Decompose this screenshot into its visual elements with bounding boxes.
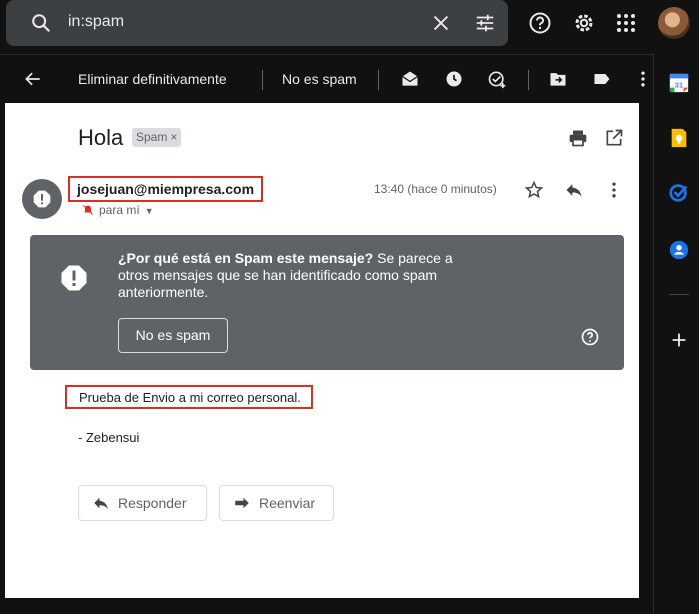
sender-avatar [22, 179, 62, 219]
forward-button[interactable]: Reenviar [219, 485, 334, 521]
message-subject: Hola [78, 125, 124, 150]
search-icon[interactable] [30, 12, 52, 34]
reply-icon[interactable] [564, 180, 584, 200]
search-bar[interactable]: in:spam [6, 0, 508, 46]
arrow-back-icon[interactable] [23, 69, 43, 89]
message-body-text: Prueba de Envio a mi correo personal. [65, 385, 313, 409]
notifications-off-icon [83, 205, 93, 215]
recipient-text: para mí [99, 203, 140, 217]
print-icon[interactable] [568, 128, 588, 148]
alert-icon [33, 190, 51, 208]
message-toolbar: Eliminar definitivamente No es spam [0, 54, 653, 103]
help-icon[interactable] [528, 11, 552, 35]
sender-email[interactable]: josejuan@miempresa.com [68, 176, 264, 202]
star-icon[interactable] [524, 180, 544, 200]
forward-label: Reenviar [259, 495, 316, 511]
open-in-new-window-icon[interactable] [604, 128, 624, 148]
mark-read-icon[interactable] [400, 69, 420, 89]
avatar[interactable] [658, 7, 690, 39]
contacts-icon[interactable] [668, 239, 690, 261]
chevron-down-icon[interactable]: ▼ [145, 206, 154, 216]
apps-icon[interactable] [614, 11, 638, 35]
close-icon[interactable] [430, 12, 452, 34]
snooze-icon[interactable] [444, 69, 464, 89]
move-to-icon[interactable] [548, 69, 568, 89]
help-icon[interactable] [580, 327, 600, 347]
reply-icon [94, 497, 108, 509]
add-icon[interactable] [668, 329, 690, 351]
not-spam-button[interactable]: No es spam [118, 318, 228, 353]
top-bar: in:spam [0, 0, 699, 54]
spam-label-chip: Spam × [132, 128, 182, 147]
more-vert-icon[interactable] [633, 69, 653, 89]
bottom-strip [0, 598, 653, 614]
side-panel: 31 [653, 54, 699, 614]
toolbar-divider [378, 70, 379, 90]
alert-icon [61, 265, 87, 291]
spam-warning-title: ¿Por qué está en Spam este mensaje? [118, 250, 374, 266]
spam-warning-text: ¿Por qué está en Spam este mensaje? Se p… [118, 250, 458, 301]
message-time: 13:40 (hace 0 minutos) [374, 182, 497, 196]
not-spam-toolbar-button[interactable]: No es spam [282, 71, 357, 87]
delete-forever-button[interactable]: Eliminar definitivamente [78, 71, 227, 87]
forward-icon [235, 497, 249, 509]
toolbar-divider [262, 70, 263, 90]
calendar-icon[interactable]: 31 [668, 72, 690, 94]
settings-icon[interactable] [572, 11, 596, 35]
more-vert-icon[interactable] [604, 180, 624, 200]
tune-icon[interactable] [474, 12, 496, 34]
add-task-icon[interactable] [487, 69, 507, 89]
recipient-line[interactable]: para mí ▼ [82, 202, 154, 217]
reply-button[interactable]: Responder [78, 485, 207, 521]
message-signature: - Zebensui [78, 430, 140, 445]
spam-warning-banner: ¿Por qué está en Spam este mensaje? Se p… [30, 235, 624, 370]
side-panel-divider [669, 294, 689, 295]
label-icon[interactable] [592, 69, 612, 89]
remove-label-button[interactable]: × [170, 130, 177, 144]
message-view: Hola Spam × josejuan@miempresa.com para m… [5, 103, 639, 598]
toolbar-divider [528, 70, 529, 90]
tasks-icon[interactable] [668, 181, 690, 203]
keep-icon[interactable] [668, 127, 690, 149]
search-input[interactable]: in:spam [68, 13, 124, 31]
reply-label: Responder [118, 495, 187, 511]
svg-text:31: 31 [675, 81, 683, 90]
label-text: Spam [136, 130, 168, 144]
